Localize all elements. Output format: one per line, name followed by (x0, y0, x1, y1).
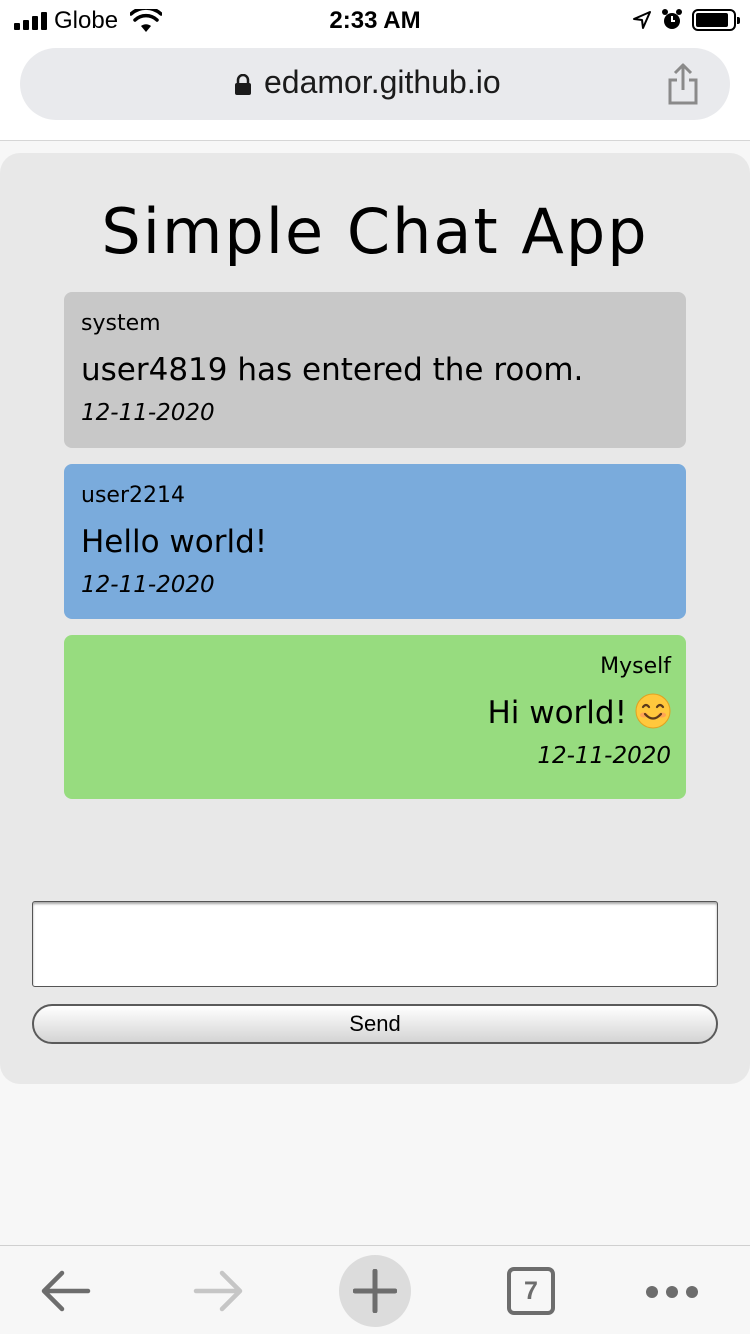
message-text: Hello world! (81, 524, 268, 560)
send-button[interactable]: Send (32, 1004, 718, 1044)
new-tab-button[interactable] (339, 1255, 411, 1327)
message-text-row: Hi world! (81, 691, 671, 735)
message-input[interactable] (32, 901, 718, 987)
message-date: 12-11-2020 (81, 400, 215, 426)
message-text: user4819 has entered the room. (81, 352, 584, 388)
share-icon[interactable] (666, 62, 700, 106)
message-text: Hi world! (487, 695, 627, 731)
alarm-icon (662, 9, 682, 29)
more-icon[interactable] (644, 1284, 700, 1300)
forward-arrow-icon[interactable] (192, 1268, 246, 1314)
page-title: Simple Chat App (101, 195, 649, 268)
browser-toolbar: 7 (0, 1245, 750, 1334)
status-bar: Globe 2:33 AM (0, 0, 750, 40)
chat-message: user2214 Hello world! 12-11-2020 (64, 464, 686, 619)
lock-icon (235, 74, 251, 95)
message-date: 12-11-2020 (81, 572, 215, 598)
chat-message-own: Myself Hi world! 12-11-2020 (64, 635, 686, 799)
location-icon (633, 11, 651, 29)
battery-icon (692, 9, 740, 31)
message-author: Myself (600, 654, 671, 679)
chat-message: system user4819 has entered the room. 12… (64, 292, 686, 448)
chat-container: Simple Chat App system user4819 has ente… (0, 153, 750, 1084)
back-arrow-icon[interactable] (38, 1268, 92, 1314)
plus-icon (353, 1269, 397, 1313)
browser-url-bar: edamor.github.io (0, 40, 750, 141)
url-text: edamor.github.io (264, 64, 501, 100)
message-date: 12-11-2020 (537, 743, 671, 769)
smiling-face-icon (635, 693, 671, 729)
tabs-button[interactable]: 7 (507, 1267, 555, 1315)
message-author: user2214 (81, 483, 185, 508)
address-field[interactable]: edamor.github.io (20, 48, 730, 120)
message-author: system (81, 311, 161, 336)
